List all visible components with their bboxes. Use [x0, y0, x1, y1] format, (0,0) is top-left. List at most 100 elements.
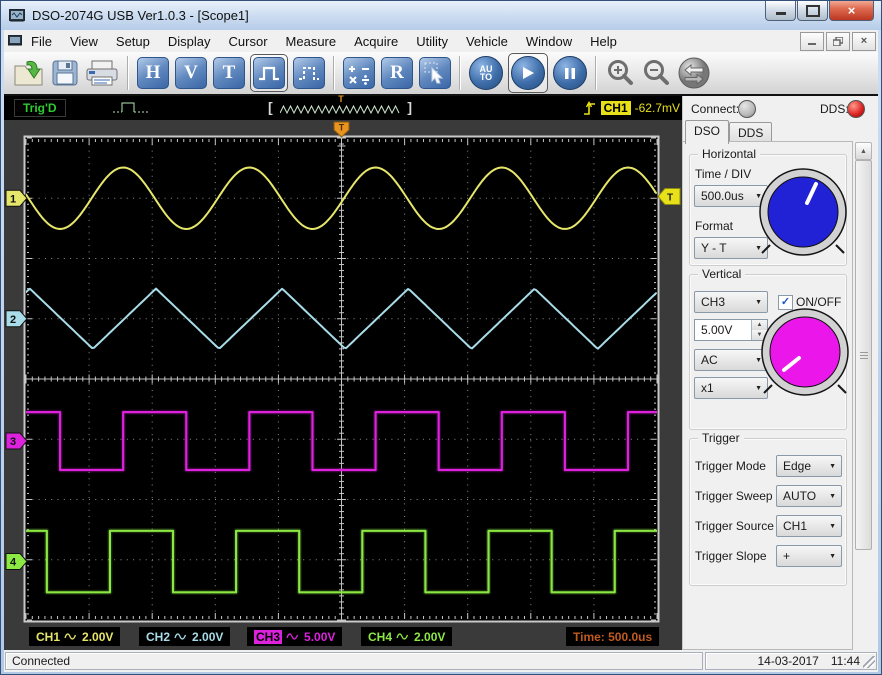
channel-select[interactable]: CH3 ▼: [694, 291, 768, 313]
control-panel: Connect: DDS: DSO DDS Horizontal Time / …: [682, 96, 878, 650]
waveform-overview[interactable]: T [ ]: [268, 96, 414, 120]
menu-vehicle[interactable]: Vehicle: [457, 34, 517, 49]
menu-acquire[interactable]: Acquire: [345, 34, 407, 49]
status-date: 14-03-2017: [757, 654, 818, 668]
chevron-down-icon: ▼: [824, 553, 841, 560]
menu-view[interactable]: View: [61, 34, 107, 49]
maximize-icon: [806, 5, 820, 17]
horizontal-settings-button[interactable]: H: [137, 57, 169, 89]
ac-coupling-icon: [64, 632, 77, 641]
vertical-group-title: Vertical: [698, 267, 745, 281]
auto-setup-button[interactable]: AU TO: [469, 56, 503, 90]
menu-utility[interactable]: Utility: [407, 34, 457, 49]
time-div-label: Time / DIV: [695, 167, 751, 181]
menu-setup[interactable]: Setup: [107, 34, 159, 49]
mdi-restore-button[interactable]: [826, 32, 850, 51]
math-button[interactable]: [343, 57, 375, 89]
pulse-single-button[interactable]: [253, 57, 285, 89]
run-button[interactable]: [511, 56, 545, 90]
maximize-button[interactable]: [797, 1, 828, 21]
mdi-minimize-button[interactable]: [800, 32, 824, 51]
printer-icon: [85, 59, 119, 87]
minimize-button[interactable]: [765, 1, 796, 21]
panel-scrollbar[interactable]: ▲: [855, 142, 872, 566]
vertical-settings-button[interactable]: V: [175, 57, 207, 89]
trigger-settings-button[interactable]: T: [213, 57, 245, 89]
mdi-close-button[interactable]: ×: [852, 32, 876, 51]
trigger-source-select[interactable]: CH1 ▼: [776, 515, 842, 537]
overview-right-bracket: ]: [407, 99, 412, 115]
connect-label: Connect:: [691, 102, 739, 116]
zoom-in-button[interactable]: [605, 58, 635, 88]
format-label: Format: [695, 219, 733, 233]
pause-icon: [564, 67, 576, 80]
waveform-display[interactable]: 1234TT: [4, 120, 682, 650]
trigger-group-title: Trigger: [698, 431, 744, 445]
save-button[interactable]: [51, 59, 79, 87]
app-icon: [9, 9, 25, 23]
minimize-icon: [776, 12, 786, 15]
cursor-measure-button[interactable]: [419, 57, 451, 89]
toolbar-separator: [127, 56, 129, 90]
title-bar[interactable]: DSO-2074G USB Ver1.0.3 - [Scope1] ×: [1, 1, 881, 30]
trigger-slope-select[interactable]: + ▼: [776, 545, 842, 567]
trigger-sweep-select[interactable]: AUTO ▼: [776, 485, 842, 507]
display-surround: 1234TT CH1 2.00V CH2 2.00V CH3 5.00V: [4, 120, 682, 650]
ch4-badge[interactable]: CH4 2.00V: [361, 627, 452, 646]
main-area: Trig'D T [ ] CH1 -62.7mV 1234TT: [4, 94, 878, 650]
trigger-sweep-label: Trigger Sweep: [695, 489, 773, 503]
ch3-badge[interactable]: CH3 5.00V: [247, 627, 342, 646]
print-button[interactable]: [85, 59, 119, 87]
status-bar: Connected 14-03-2017 11:44: [4, 650, 878, 672]
trigger-mode-select[interactable]: Edge ▼: [776, 455, 842, 477]
zoom-out-button[interactable]: [641, 58, 671, 88]
pause-button[interactable]: [553, 56, 587, 90]
timebase-badge: Time: 500.0us: [566, 627, 659, 646]
menu-cursor[interactable]: Cursor: [220, 34, 277, 49]
refresh-button[interactable]: R: [381, 57, 413, 89]
trigger-status-bar: Trig'D T [ ] CH1 -62.7mV: [4, 96, 682, 120]
data-transfer-button[interactable]: [677, 56, 711, 90]
vertical-knob[interactable]: [759, 306, 851, 398]
rising-edge-icon: [582, 99, 597, 118]
horizontal-knob[interactable]: [757, 166, 849, 258]
svg-text:3: 3: [10, 436, 16, 448]
overview-waveform: [280, 103, 400, 117]
menu-display[interactable]: Display: [159, 34, 220, 49]
connect-indicator: [738, 100, 756, 118]
menu-bar: File View Setup Display Cursor Measure A…: [4, 30, 878, 53]
pulse-icon: [258, 64, 280, 82]
resize-grip[interactable]: [863, 656, 875, 668]
transfer-arrows-icon: [677, 56, 711, 90]
menu-help[interactable]: Help: [581, 34, 626, 49]
scroll-up-button[interactable]: ▲: [855, 142, 872, 160]
trigger-level-marker[interactable]: T: [658, 188, 680, 204]
menu-measure[interactable]: Measure: [277, 34, 346, 49]
volts-div-stepper[interactable]: 5.00V ▲ ▼: [694, 319, 768, 341]
trigger-source-badge: CH1: [601, 101, 631, 115]
trigger-position-marker[interactable]: T: [334, 122, 349, 137]
pulse-train-button[interactable]: [293, 57, 325, 89]
overview-left-bracket: [: [268, 99, 273, 115]
svg-text:2: 2: [10, 314, 16, 326]
ac-coupling-icon: [174, 632, 187, 641]
open-folder-icon: [13, 58, 45, 88]
toolbar-separator: [333, 56, 335, 90]
open-button[interactable]: [13, 58, 45, 88]
close-button[interactable]: ×: [829, 1, 874, 21]
dds-indicator: [847, 100, 865, 118]
selected-frame: [508, 53, 548, 93]
ch2-badge[interactable]: CH2 2.00V: [139, 627, 230, 646]
trigger-slope-label: Trigger Slope: [695, 549, 767, 563]
selected-frame: [250, 54, 288, 92]
trigger-source-label: Trigger Source: [695, 519, 774, 533]
menu-window[interactable]: Window: [517, 34, 581, 49]
coupling-select[interactable]: AC ▼: [694, 349, 768, 371]
trigger-level-value: -62.7mV: [635, 101, 680, 115]
app-window: DSO-2074G USB Ver1.0.3 - [Scope1] × File…: [0, 0, 882, 675]
ch1-badge[interactable]: CH1 2.00V: [29, 627, 120, 646]
menu-file[interactable]: File: [22, 34, 61, 49]
probe-select[interactable]: x1 ▼: [694, 377, 768, 399]
scroll-thumb[interactable]: [855, 160, 872, 550]
tab-dso[interactable]: DSO: [685, 120, 729, 144]
